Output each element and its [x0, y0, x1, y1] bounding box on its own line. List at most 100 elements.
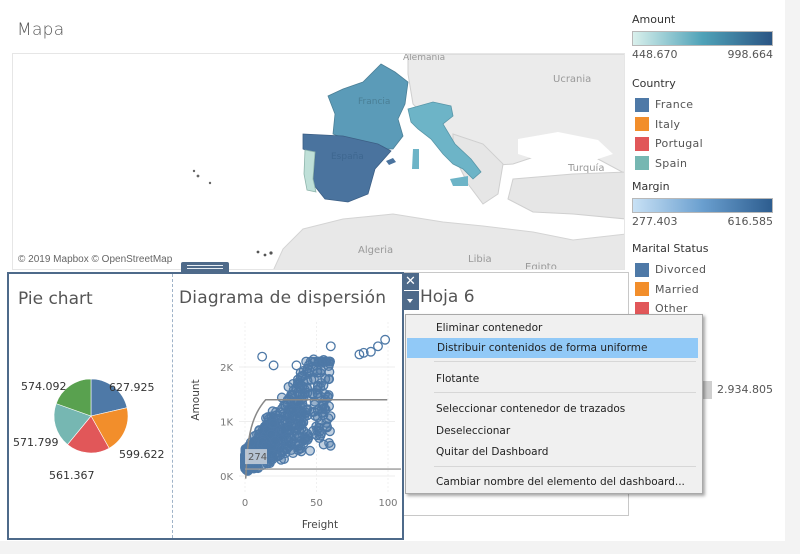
legend-marital-status: Marital Status Divorced Married Other	[632, 242, 708, 319]
close-icon[interactable]: ✕	[402, 273, 419, 290]
legend-country: Country France Italy Portugal Spain	[632, 77, 703, 173]
scatter-point[interactable]	[299, 435, 309, 446]
right-gutter	[785, 0, 800, 554]
x-tick-label: 0	[242, 498, 248, 509]
scatter-point[interactable]	[268, 360, 279, 371]
legend-margin-max: 616.585	[727, 215, 774, 228]
scatter-point[interactable]	[271, 407, 281, 417]
map-label-libia: Libia	[468, 254, 492, 265]
legend-label: Portugal	[655, 137, 703, 151]
scatter-point[interactable]	[302, 383, 312, 394]
sheet6-title: Hoja 6	[420, 287, 475, 307]
pie-slice-label: 561.367	[49, 469, 95, 482]
legend-country-item[interactable]: France	[632, 95, 703, 115]
scatter-point[interactable]	[325, 341, 336, 352]
map-attribution[interactable]: © 2019 Mapbox © OpenStreetMap	[18, 254, 172, 265]
legend-label: Spain	[655, 156, 688, 170]
legend-swatch	[635, 117, 649, 132]
legend-country-item[interactable]: Portugal	[632, 134, 703, 154]
map-view[interactable]: Alemania Francia Ucrania España Turquía …	[12, 53, 625, 270]
map-label-algeria: Algeria	[358, 245, 393, 256]
scatter-point[interactable]	[254, 425, 265, 436]
pane-divider	[172, 274, 173, 538]
legend-marital-item[interactable]: Married	[632, 280, 708, 300]
menu-item-deseleccionar[interactable]: Deseleccionar	[406, 421, 702, 441]
scatter-point[interactable]	[299, 409, 309, 420]
scatter-point[interactable]	[261, 413, 271, 424]
island-azores	[196, 174, 200, 178]
scatter-point[interactable]	[291, 360, 302, 371]
legend-label: France	[655, 98, 694, 112]
legend-margin: Margin 277.403 616.585	[632, 180, 773, 228]
scatter-point[interactable]	[294, 443, 305, 454]
map-label-alemania: Alemania	[403, 54, 445, 63]
legend-swatch	[635, 262, 649, 277]
legend-country-item[interactable]: Italy	[632, 115, 703, 135]
reference-line-label: 274	[248, 452, 267, 463]
horizontal-layout-container[interactable]: Pie chart 627.925 599.622 561.367 571.799 57…	[7, 272, 404, 540]
scatter-chart[interactable]: 274 0K 1K 2K 0 50 100 Freight Amount	[175, 314, 403, 538]
scatter-point[interactable]	[270, 435, 281, 446]
map-label-francia: Francia	[358, 97, 390, 107]
legend-amount: Amount 448.670 998.664	[632, 13, 773, 61]
legend-amount-max: 998.664	[727, 48, 774, 61]
menu-item-seleccionar-contenedor[interactable]: Seleccionar contenedor de trazados	[406, 399, 702, 419]
legend-label: Divorced	[655, 263, 707, 277]
island-azores	[192, 169, 196, 173]
pie-slice-label: 627.925	[109, 381, 155, 394]
legend-label: Married	[655, 282, 699, 296]
pie-slice-label: 574.092	[21, 380, 67, 393]
y-tick-label: 0K	[220, 472, 233, 483]
pie-slice-label: 571.799	[13, 436, 59, 449]
scatter-point[interactable]	[268, 418, 279, 429]
legend-swatch	[635, 282, 649, 297]
island-canary	[256, 250, 260, 254]
legend-amount-min: 448.670	[632, 48, 678, 61]
x-axis-title: Freight	[302, 519, 338, 531]
map-label-espana: España	[331, 152, 364, 162]
scatter-point[interactable]	[315, 430, 326, 441]
map-label-turquia: Turquía	[567, 162, 604, 174]
legend-margin-min: 277.403	[632, 215, 678, 228]
tableau-dashboard: Mapa Alemania Francia Ucrania España Tur…	[0, 0, 800, 554]
scatter-point[interactable]	[324, 438, 335, 448]
legend-swatch	[635, 156, 649, 171]
menu-item-eliminar-contenedor[interactable]: Eliminar contenedor	[406, 318, 702, 338]
scatter-point[interactable]	[260, 441, 271, 451]
legend-country-item[interactable]: Spain	[632, 154, 703, 174]
scatter-point[interactable]	[303, 368, 314, 379]
scatter-point[interactable]	[324, 426, 335, 437]
legend-amount-ramp	[632, 31, 773, 46]
scatter-point[interactable]	[317, 404, 328, 414]
scatter-point[interactable]	[277, 425, 288, 436]
scatter-point[interactable]	[257, 351, 268, 362]
more-options-dropdown-icon[interactable]	[402, 291, 419, 310]
pie-chart[interactable]: 627.925 599.622 561.367 571.799 574.092	[9, 334, 172, 484]
menu-item-flotante[interactable]: Flotante	[406, 369, 702, 389]
map-region-balearic	[386, 158, 396, 165]
scatter-point[interactable]	[305, 445, 315, 456]
legend-marital-item[interactable]: Divorced	[632, 260, 708, 280]
pie-chart-title: Pie chart	[18, 289, 93, 309]
y-tick-label: 1K	[220, 418, 233, 429]
container-drag-handle[interactable]	[181, 262, 229, 272]
menu-item-quitar-del-dashboard[interactable]: Quitar del Dashboard	[406, 442, 702, 462]
x-tick-label: 50	[310, 498, 323, 509]
scatter-point[interactable]	[323, 374, 334, 385]
land-turkey	[507, 171, 624, 220]
scatter-chart-title: Diagrama de dispersión	[179, 288, 387, 308]
legend-marital-status-title: Marital Status	[632, 242, 709, 255]
scatter-point[interactable]	[288, 385, 299, 396]
scatter-point[interactable]	[270, 451, 281, 461]
map-canvas[interactable]: Alemania Francia Ucrania España Turquía …	[13, 54, 625, 270]
menu-item-distribuir-contenidos[interactable]: Distribuir contenidos de forma uniforme	[407, 338, 698, 358]
menu-separator	[434, 392, 696, 393]
pie-slice-label: 599.622	[119, 448, 165, 461]
scatter-point[interactable]	[315, 382, 326, 393]
y-axis-title: Amount	[190, 379, 202, 420]
menu-item-cambiar-nombre[interactable]: Cambiar nombre del elemento del dashboar…	[406, 472, 702, 492]
island-canary	[269, 251, 273, 255]
legend-swatch	[635, 97, 649, 112]
scatter-point[interactable]	[309, 396, 320, 407]
scatter-point[interactable]	[276, 392, 287, 403]
